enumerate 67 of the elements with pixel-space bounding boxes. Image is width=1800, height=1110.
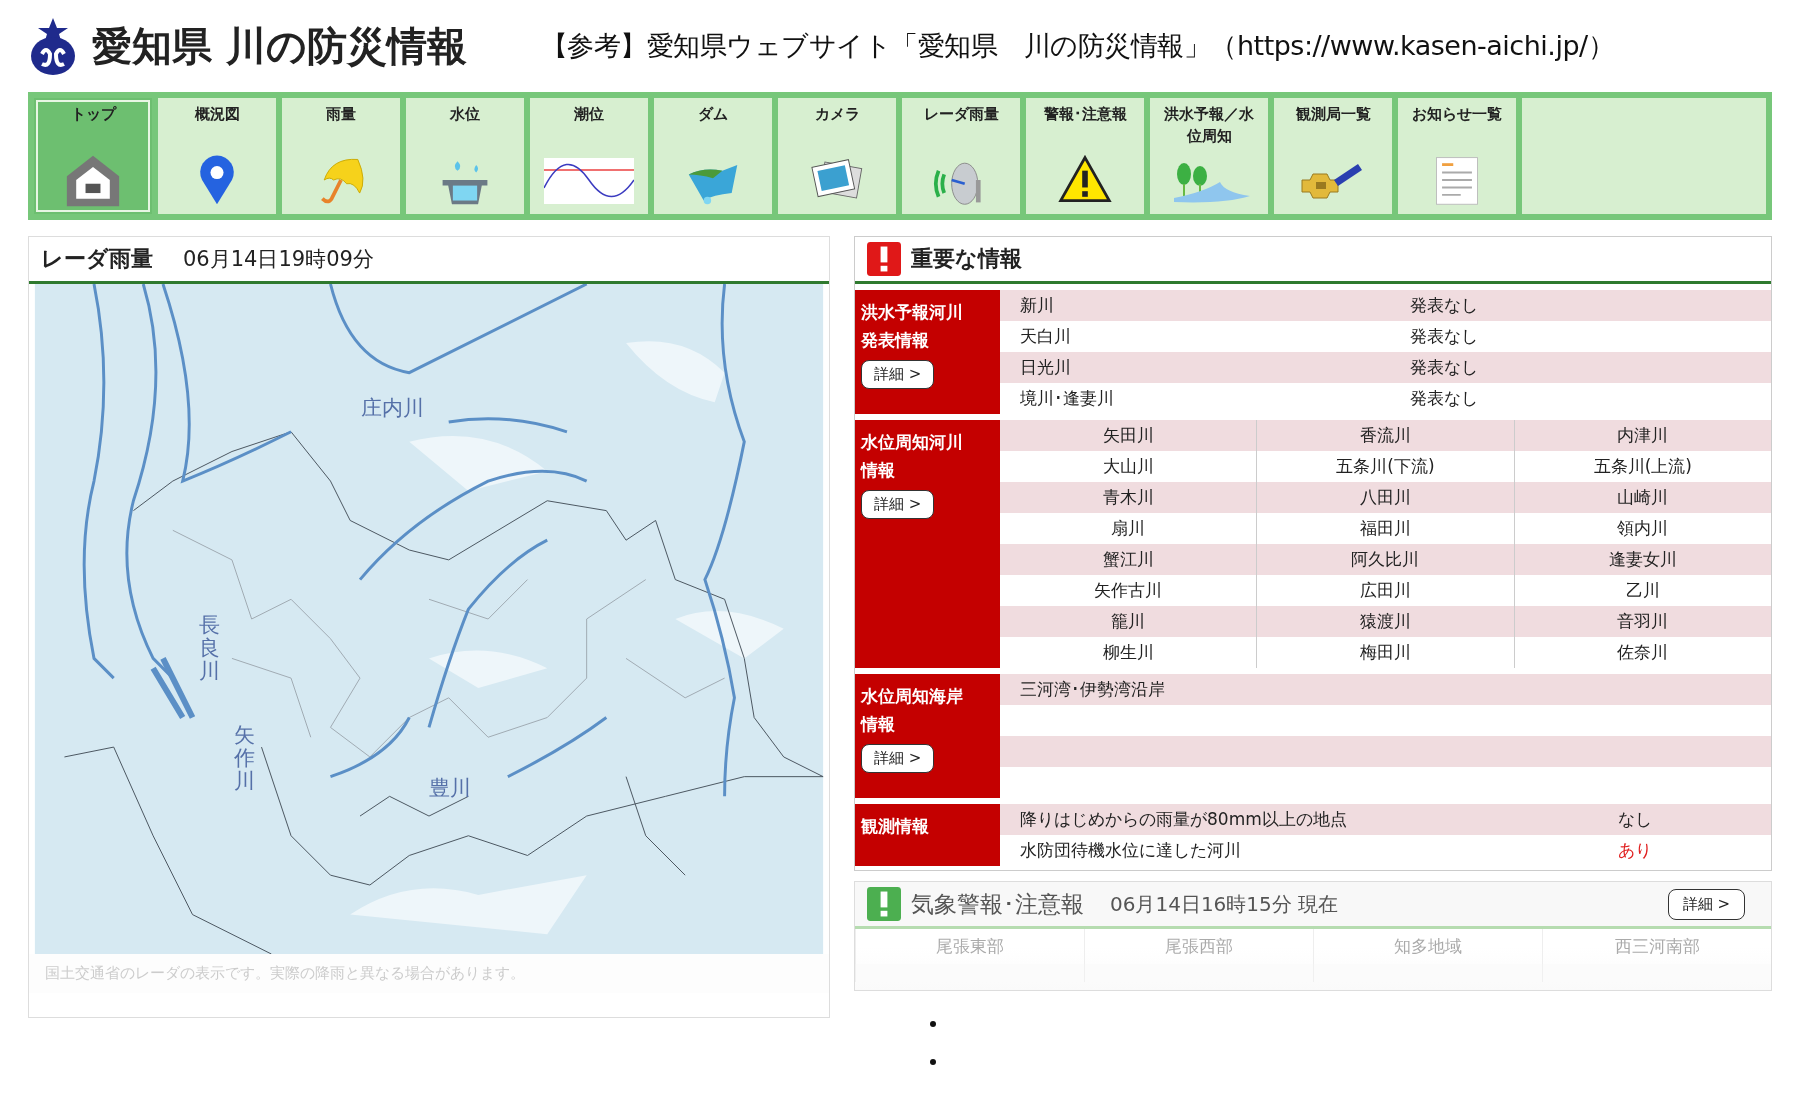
river-name: 山崎川 (1513, 482, 1771, 513)
panel-title: 気象警報･注意報 (911, 889, 1084, 919)
tide-graph-icon (544, 158, 634, 204)
exclamation-icon (867, 887, 901, 921)
nav-tab[interactable]: 潮位 (530, 98, 648, 214)
river-name: 猿渡川 (1256, 606, 1514, 637)
panel-title: 重要な情報 (911, 245, 1022, 273)
river-name: 日光川 (1019, 356, 1072, 379)
river-name: 青木川 (1101, 486, 1155, 509)
map-label: 豊川 (429, 775, 471, 802)
detail-button[interactable]: 詳細 > (861, 490, 935, 519)
river-name: 籠川 (1110, 610, 1147, 633)
map-label: 長良川 (199, 614, 220, 684)
nav-tab[interactable]: ダム (654, 98, 772, 214)
river-name: 扇川 (1110, 517, 1147, 540)
river-name: 大山川 (1101, 455, 1155, 478)
observation-value: なし (1618, 808, 1652, 831)
nav-tab[interactable]: 雨量 (282, 98, 400, 214)
section-title: 水位周知海岸情報 (861, 685, 964, 736)
nav-tab[interactable]: レーダ雨量 (902, 98, 1020, 214)
section-title: 洪水予報河川発表情報 (861, 301, 964, 352)
nav-tab[interactable]: 水位 (406, 98, 524, 214)
river-name: 柳生川 (1101, 641, 1155, 664)
status-text: 発表なし (1409, 325, 1478, 348)
river-name: 音羽川 (1513, 606, 1771, 637)
panel-title: レーダ雨量 (41, 245, 153, 273)
site-title: 愛知県 川の防災情報 (92, 21, 467, 71)
river-name: 天白川 (1019, 325, 1072, 348)
nav-tab[interactable]: カメラ (778, 98, 896, 214)
nav-tab[interactable]: 概況図 (158, 98, 276, 214)
nav-tab[interactable]: トップ (34, 98, 152, 214)
bullet-dot (930, 1059, 936, 1065)
section-title: 水位周知河川情報 (861, 431, 964, 482)
river-name: 蟹江川 (1101, 548, 1155, 571)
nav-tab[interactable]: 観測局一覧 (1274, 98, 1392, 214)
river-name: 逢妻女川 (1513, 544, 1771, 575)
river-name: 境川･逢妻川 (1019, 387, 1115, 410)
river-name: 矢田川 (1101, 424, 1155, 447)
nav-tab[interactable]: お知らせ一覧 (1398, 98, 1516, 214)
coast-name: 三河湾･伊勢湾沿岸 (1019, 678, 1166, 701)
nav-tab[interactable]: 洪水予報／水位周知 (1150, 98, 1268, 214)
nav-tab[interactable]: 警報･注意報 (1026, 98, 1144, 214)
status-text: 発表なし (1409, 387, 1478, 410)
river-name: 内津川 (1513, 420, 1771, 451)
map-label: 庄内川 (361, 395, 424, 422)
detail-button[interactable]: 詳細 > (861, 360, 935, 389)
river-name: 梅田川 (1256, 637, 1514, 668)
status-text: 発表なし (1409, 294, 1478, 317)
river-name: 新川 (1019, 294, 1055, 317)
timestamp: 06月14日16時15分 現在 (1110, 890, 1339, 918)
river-name: 矢作古川 (1093, 579, 1164, 602)
detail-button[interactable]: 詳細 > (1667, 888, 1745, 920)
timestamp: 06月14日19時09分 (183, 246, 374, 273)
river-name: 佐奈川 (1513, 637, 1771, 668)
status-text: 発表なし (1409, 356, 1478, 379)
detail-button[interactable]: 詳細 > (861, 744, 935, 773)
river-name: 香流川 (1256, 420, 1514, 451)
observation-text: 降りはじめからの雨量が80mm以上の地点 (1019, 808, 1348, 831)
exclamation-icon (867, 242, 901, 276)
observation-value: あり (1618, 839, 1652, 862)
reference-link[interactable]: 【参考】愛知県ウェブサイト「愛知県 川の防災情報」（https://www.kasen-aichi.jp/） (540, 28, 1615, 64)
section-title: 観測情報 (861, 815, 929, 838)
map-label: 矢作川 (234, 724, 255, 794)
river-name: 八田川 (1256, 482, 1514, 513)
observation-text: 水防団待機水位に達した河川 (1019, 839, 1242, 862)
river-name: 阿久比川 (1256, 544, 1514, 575)
bullet-dot (930, 1021, 936, 1027)
